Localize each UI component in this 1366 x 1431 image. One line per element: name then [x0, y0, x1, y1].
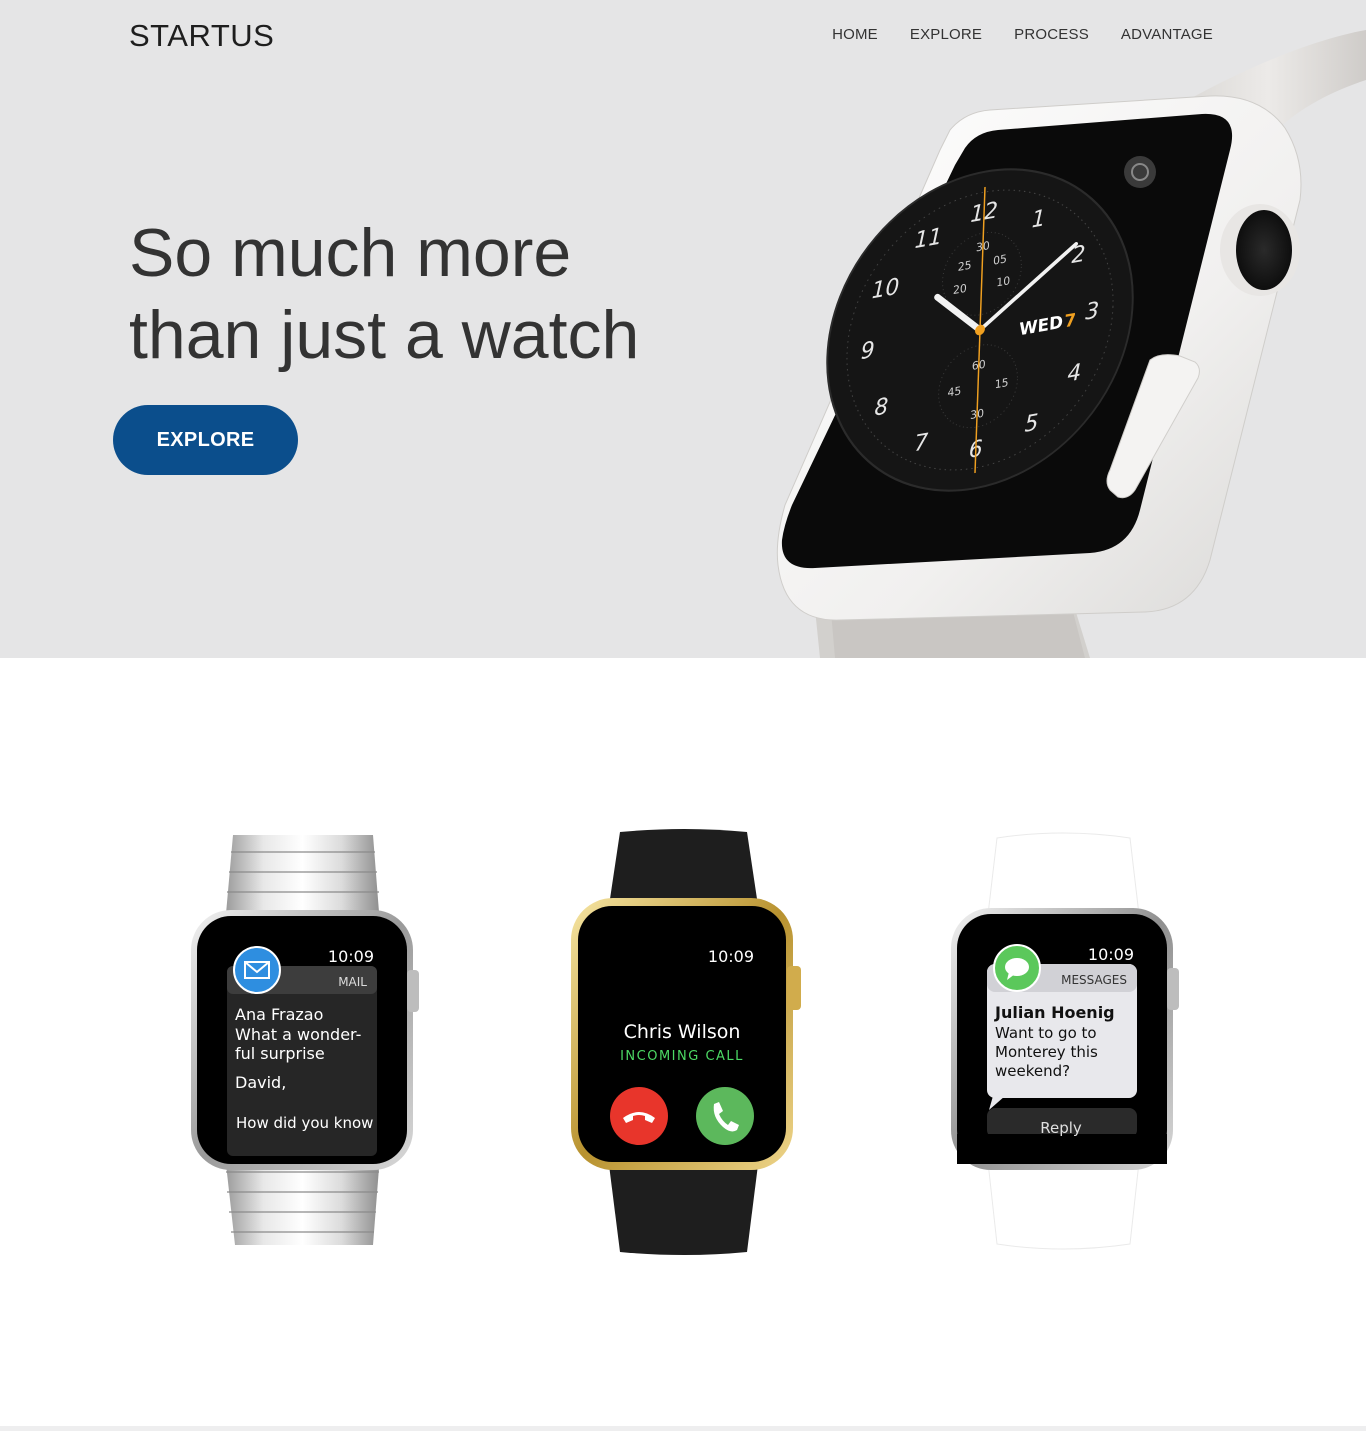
subdial-top-label: 10: [996, 274, 1010, 290]
section-divider: [0, 1426, 1366, 1431]
watch3-app-label: MESSAGES: [1061, 973, 1127, 987]
dial-num-7: 7: [914, 429, 929, 458]
watch2-time: 10:09: [708, 947, 754, 966]
watch1-body: David,: [235, 1073, 286, 1092]
hero-headline: So much more than just a watch: [129, 212, 749, 376]
dial-num-8: 8: [874, 393, 889, 422]
watch2-caller-name: Chris Wilson: [624, 1021, 741, 1043]
watch3-message: Monterey this: [995, 1043, 1098, 1061]
mail-app-icon: [233, 946, 281, 994]
dial-date-num: 7: [1064, 310, 1076, 332]
white-watch-messages[interactable]: 10:09 MESSAGES Julian Hoenig Want to go …: [945, 828, 1190, 1256]
hero-watch-image: 12 1 2 3 4 5 6 7 8 9 10 11 30 25 05 20: [776, 30, 1366, 658]
watch2-call-status: INCOMING CALL: [620, 1049, 744, 1064]
subdial-bottom-label: 15: [995, 376, 1009, 392]
watch1-sender: Ana Frazao: [235, 1005, 323, 1024]
reply-button-label: Reply: [1040, 1119, 1082, 1137]
watch1-time: 10:09: [328, 947, 374, 966]
gold-watch-call[interactable]: 10:09 Chris Wilson INCOMING CALL: [565, 824, 810, 1256]
explore-button[interactable]: EXPLORE: [113, 405, 298, 475]
watch1-body: How did you know: [236, 1114, 373, 1132]
accept-call-button[interactable]: [696, 1087, 754, 1145]
decline-call-button[interactable]: [610, 1087, 668, 1145]
watch3-sender: Julian Hoenig: [994, 1003, 1115, 1022]
dial-num-3: 3: [1085, 297, 1100, 326]
watch1-subject: ful surprise: [235, 1044, 325, 1063]
steel-watch-mail[interactable]: 10:09 MAIL Ana Frazao What a wonder- ful…: [185, 830, 430, 1250]
products-section: 10:09 MAIL Ana Frazao What a wonder- ful…: [0, 658, 1366, 1426]
dial-num-1: 1: [1031, 205, 1046, 234]
subdial-top-label: 25: [957, 258, 971, 274]
watch3-time: 10:09: [1088, 945, 1134, 964]
dial-num-4: 4: [1067, 359, 1082, 388]
dial-num-9: 9: [860, 337, 875, 366]
hero-headline-line2: than just a watch: [129, 297, 640, 373]
subdial-top-label: 05: [993, 252, 1007, 268]
dial-num-5: 5: [1024, 409, 1039, 438]
watch3-message: Want to go to: [995, 1024, 1097, 1042]
subdial-top-label: 20: [953, 282, 967, 298]
dial-num-11: 11: [914, 223, 942, 254]
hero-section: STARTUS HOME EXPLORE PROCESS ADVANTAGE S…: [0, 0, 1366, 658]
hero-headline-line1: So much more: [129, 215, 572, 291]
watch1-subject: What a wonder-: [235, 1025, 361, 1044]
watch1-app-label: MAIL: [338, 975, 367, 989]
brand-logo[interactable]: STARTUS: [129, 18, 274, 54]
subdial-bottom-label: 45: [947, 384, 961, 400]
dial-num-10: 10: [871, 273, 899, 304]
watch3-message: weekend?: [995, 1062, 1070, 1080]
